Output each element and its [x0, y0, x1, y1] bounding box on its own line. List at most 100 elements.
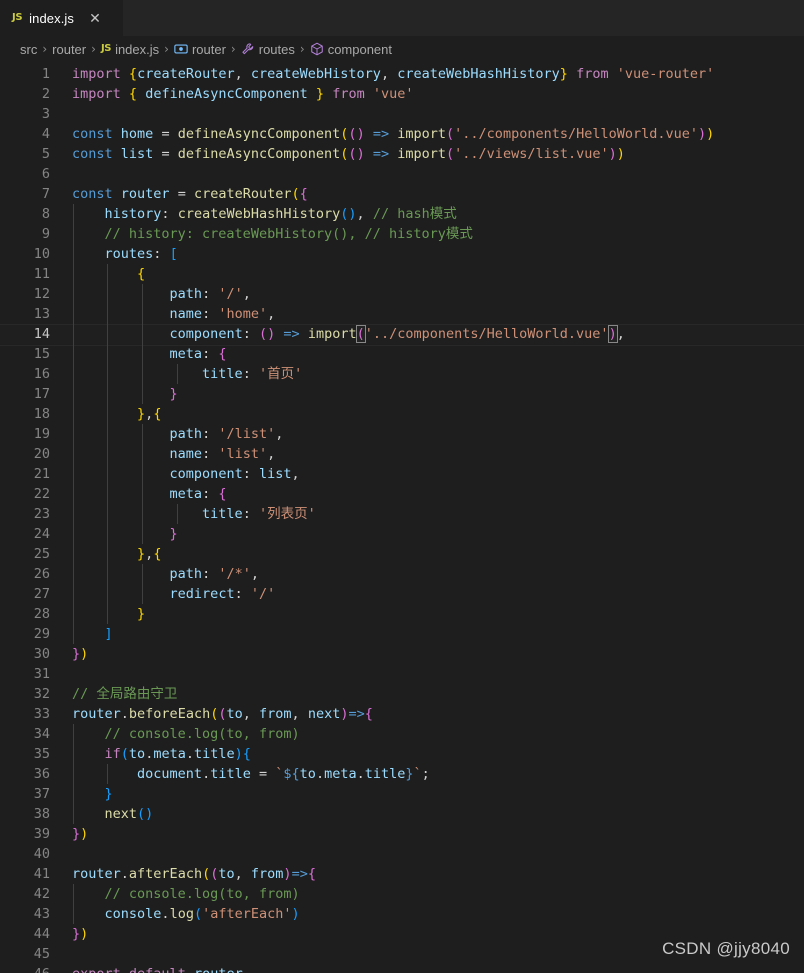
code-line[interactable]: 16 title: '首页'	[0, 364, 804, 384]
line-number: 10	[33, 246, 50, 262]
property-wrench-icon	[241, 42, 255, 56]
line-number: 42	[33, 886, 50, 902]
line-number: 22	[33, 486, 50, 502]
code-line[interactable]: 23 title: '列表页'	[0, 504, 804, 524]
code-line[interactable]: 34 // console.log(to, from)	[0, 724, 804, 744]
code-line[interactable]: 18 },{	[0, 404, 804, 424]
code-line[interactable]: 15 meta: {	[0, 344, 804, 364]
code-line[interactable]: 28 }	[0, 604, 804, 624]
watermark-text: CSDN @jjy8040	[662, 939, 790, 958]
code-line[interactable]: 1 import {createRouter, createWebHistory,…	[0, 64, 804, 84]
variable-icon	[174, 42, 188, 56]
breadcrumb-label: router	[191, 41, 226, 57]
code-line[interactable]: 27 redirect: '/'	[0, 584, 804, 604]
code-line[interactable]: 37 }	[0, 784, 804, 804]
code-text: name: 'home',	[169, 306, 276, 322]
code-text: name: 'list',	[169, 446, 276, 462]
code-line[interactable]: 3	[0, 104, 804, 124]
code-line[interactable]: 10 routes: [	[0, 244, 804, 264]
breadcrumb: src › router › JS index.js › router › ro…	[0, 36, 804, 62]
code-text: // console.log(to, from)	[104, 886, 300, 902]
code-line[interactable]: 22 meta: {	[0, 484, 804, 504]
code-text: },{	[137, 546, 162, 562]
code-line[interactable]: 31	[0, 664, 804, 684]
code-line[interactable]: 12 path: '/',	[0, 284, 804, 304]
line-number: 36	[33, 766, 50, 782]
breadcrumb-item-src[interactable]: src	[20, 42, 37, 57]
code-editor[interactable]: 1 import {createRouter, createWebHistory,…	[0, 62, 804, 973]
line-number: 21	[33, 466, 50, 482]
code-line[interactable]: 6	[0, 164, 804, 184]
code-line[interactable]: 5 const list = defineAsyncComponent(() =>…	[0, 144, 804, 164]
line-number: 35	[33, 746, 50, 762]
line-number: 15	[33, 346, 50, 362]
line-number: 20	[33, 446, 50, 462]
breadcrumb-item-component[interactable]: component	[310, 42, 392, 57]
code-text: ]	[104, 626, 113, 642]
code-line[interactable]: 43 console.log('afterEach')	[0, 904, 804, 924]
code-line[interactable]: 41 router.afterEach((to, from)=>{	[0, 864, 804, 884]
line-number: 12	[33, 286, 50, 302]
code-line[interactable]: 19 path: '/list',	[0, 424, 804, 444]
line-number: 43	[33, 906, 50, 922]
code-line[interactable]: 39})	[0, 824, 804, 844]
code-line[interactable]: 17 }	[0, 384, 804, 404]
line-number: 11	[33, 266, 50, 282]
chevron-right-icon: ›	[91, 42, 96, 56]
code-line[interactable]: 46 export default router	[0, 964, 804, 973]
line-number: 6	[41, 166, 50, 182]
code-line[interactable]: 4 const home = defineAsyncComponent(() =>…	[0, 124, 804, 144]
close-icon[interactable]: ✕	[87, 10, 103, 26]
line-number: 18	[33, 406, 50, 422]
chevron-right-icon: ›	[164, 42, 169, 56]
code-text: router.afterEach((to, from)=>{	[72, 866, 316, 882]
chevron-right-icon: ›	[42, 42, 48, 56]
code-text: // history: createWebHistory(), // histo…	[104, 226, 473, 242]
code-text: console.log('afterEach')	[104, 906, 300, 922]
code-line[interactable]: 9 // history: createWebHistory(), // his…	[0, 224, 804, 244]
code-text: // console.log(to, from)	[104, 726, 300, 742]
editor-tab-bar: JS index.js ✕	[0, 0, 804, 36]
code-line[interactable]: 30})	[0, 644, 804, 664]
line-number: 28	[33, 606, 50, 622]
code-line[interactable]: 42 // console.log(to, from)	[0, 884, 804, 904]
code-text: }	[169, 386, 178, 402]
breadcrumb-item-router-folder[interactable]: router	[52, 42, 86, 57]
code-text: routes: [	[104, 246, 178, 262]
line-number: 19	[33, 426, 50, 442]
code-text: path: '/',	[169, 286, 251, 302]
line-number: 34	[33, 726, 50, 742]
breadcrumb-item-router-symbol[interactable]: router	[174, 42, 226, 57]
breadcrumb-label: index.js	[115, 41, 160, 57]
code-line[interactable]: 35 if(to.meta.title){	[0, 744, 804, 764]
line-number: 17	[33, 386, 50, 402]
code-line[interactable]: 26 path: '/*',	[0, 564, 804, 584]
line-number: 1	[41, 66, 50, 82]
code-line[interactable]: 14 component: () => import('../component…	[0, 324, 804, 346]
code-line[interactable]: 2 import { defineAsyncComponent } from 'v…	[0, 84, 804, 104]
code-line[interactable]: 33 router.beforeEach((to, from, next)=>{	[0, 704, 804, 724]
code-text: document.title = `${to.meta.title}`;	[137, 766, 430, 782]
code-line[interactable]: 32 // 全局路由守卫	[0, 684, 804, 704]
code-text: }	[137, 606, 146, 622]
line-number: 16	[33, 366, 50, 382]
code-line[interactable]: 25 },{	[0, 544, 804, 564]
code-line[interactable]: 7 const router = createRouter({	[0, 184, 804, 204]
code-line[interactable]: 38 next()	[0, 804, 804, 824]
code-line[interactable]: 36 document.title = `${to.meta.title}`;	[0, 764, 804, 784]
code-text: const router = createRouter({	[72, 186, 308, 202]
code-line[interactable]: 21 component: list,	[0, 464, 804, 484]
code-line[interactable]: 24 }	[0, 524, 804, 544]
line-number: 41	[33, 866, 50, 882]
breadcrumb-item-index-js[interactable]: JS index.js	[101, 42, 159, 57]
breadcrumb-item-routes[interactable]: routes	[241, 42, 295, 57]
code-line[interactable]: 40	[0, 844, 804, 864]
code-line[interactable]: 29 ]	[0, 624, 804, 644]
code-line[interactable]: 11 {	[0, 264, 804, 284]
code-line[interactable]: 13 name: 'home',	[0, 304, 804, 324]
line-number: 3	[41, 106, 50, 122]
code-line[interactable]: 8 history: createWebHashHistory(), // ha…	[0, 204, 804, 224]
code-text: meta: {	[169, 346, 227, 362]
code-line[interactable]: 20 name: 'list',	[0, 444, 804, 464]
tab-index-js[interactable]: JS index.js ✕	[0, 0, 124, 36]
